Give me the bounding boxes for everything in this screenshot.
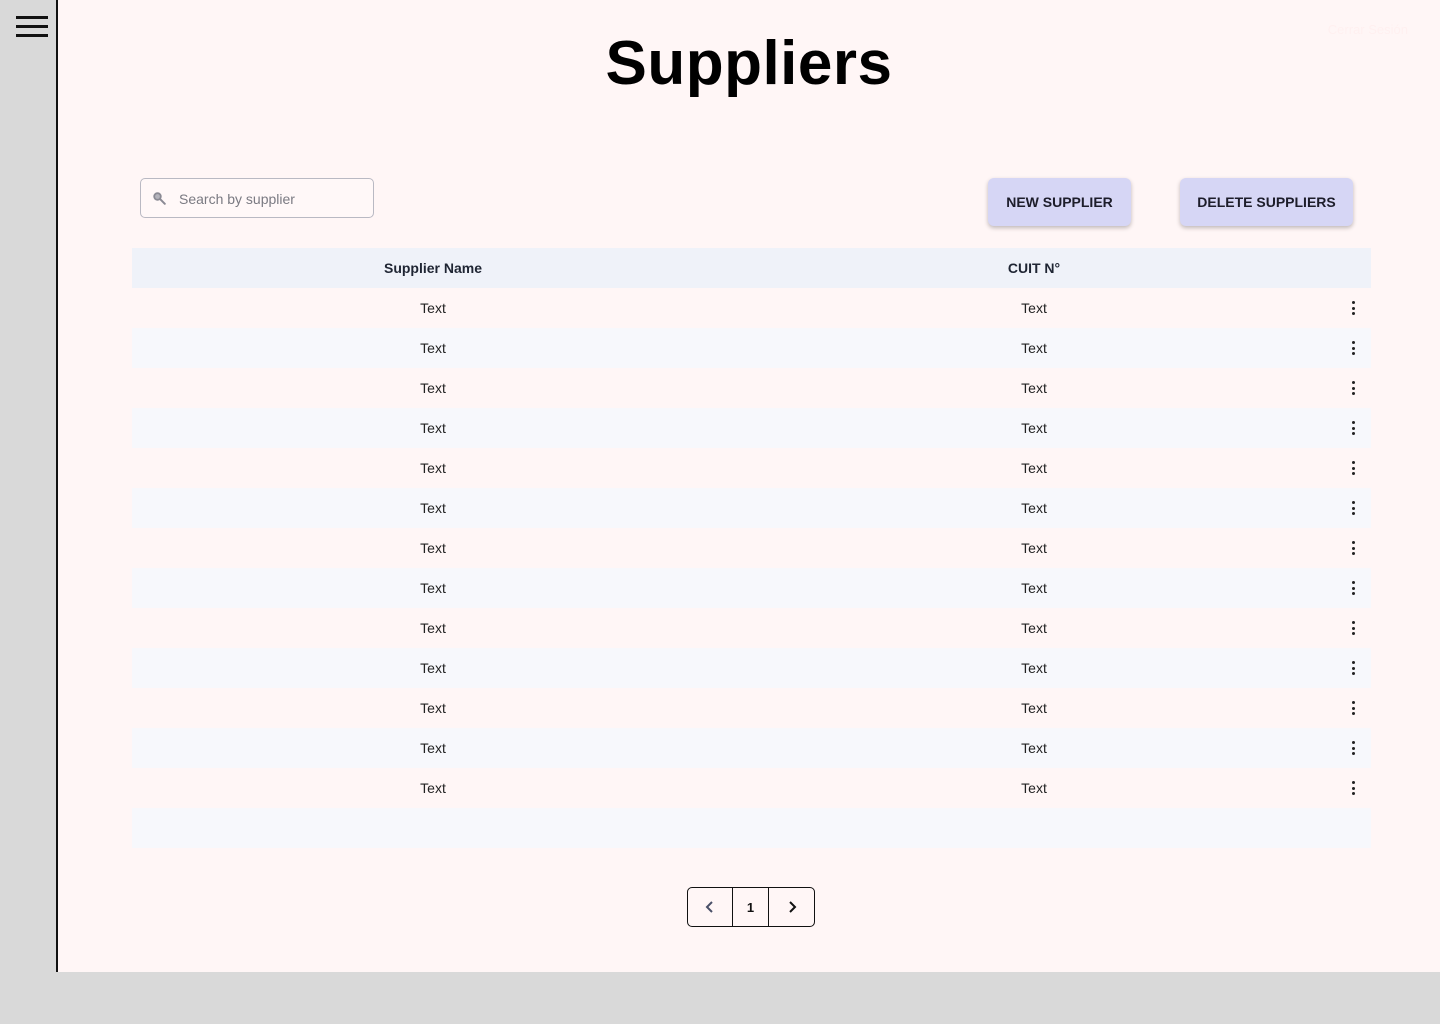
table-row[interactable]: Text Text (132, 728, 1371, 768)
supplier-name-cell: Text (420, 460, 446, 476)
pagination: 1 (687, 887, 815, 927)
supplier-name-cell: Text (420, 500, 446, 516)
supplier-name-cell: Text (420, 380, 446, 396)
cuit-cell: Text (1021, 500, 1047, 516)
page-number-button[interactable]: 1 (733, 888, 770, 926)
row-actions-menu-icon[interactable] (1342, 288, 1366, 328)
row-actions-menu-icon[interactable] (1342, 768, 1366, 808)
cuit-cell: Text (1021, 620, 1047, 636)
table-row[interactable]: Text Text (132, 568, 1371, 608)
table-row[interactable]: Text Text (132, 688, 1371, 728)
table-row[interactable]: Text Text (132, 608, 1371, 648)
search-icon (153, 192, 166, 205)
more-vertical-icon (1352, 301, 1356, 315)
hamburger-menu-icon[interactable] (16, 16, 48, 38)
cuit-cell: Text (1021, 660, 1047, 676)
table-row[interactable]: Text Text (132, 528, 1371, 568)
supplier-name-cell: Text (420, 300, 446, 316)
more-vertical-icon (1352, 421, 1356, 435)
supplier-name-cell: Text (420, 420, 446, 436)
cuit-cell: Text (1021, 340, 1047, 356)
column-header-cuit[interactable]: CUIT N° (734, 248, 1334, 288)
main-content: Cerrar Sesión Suppliers NEW SUPPLIER DEL… (58, 0, 1440, 972)
more-vertical-icon (1352, 621, 1356, 635)
table-row[interactable]: Text Text (132, 768, 1371, 808)
cuit-cell: Text (1021, 380, 1047, 396)
table-row[interactable]: Text Text (132, 288, 1371, 328)
more-vertical-icon (1352, 461, 1356, 475)
suppliers-table: Supplier Name CUIT N° Text Text Text Text Te… (132, 248, 1371, 848)
more-vertical-icon (1352, 701, 1356, 715)
cuit-cell: Text (1021, 420, 1047, 436)
table-row[interactable]: Text Text (132, 448, 1371, 488)
cuit-cell: Text (1021, 300, 1047, 316)
table-header: Supplier Name CUIT N° (132, 248, 1371, 288)
row-actions-menu-icon[interactable] (1342, 528, 1366, 568)
more-vertical-icon (1352, 381, 1356, 395)
row-actions-menu-icon[interactable] (1342, 368, 1366, 408)
table-row[interactable]: Text Text (132, 648, 1371, 688)
row-actions-menu-icon[interactable] (1342, 488, 1366, 528)
more-vertical-icon (1352, 581, 1356, 595)
cuit-cell: Text (1021, 700, 1047, 716)
more-vertical-icon (1352, 541, 1356, 555)
supplier-name-cell: Text (420, 580, 446, 596)
row-actions-menu-icon[interactable] (1342, 608, 1366, 648)
supplier-name-cell: Text (420, 780, 446, 796)
row-actions-menu-icon[interactable] (1342, 688, 1366, 728)
table-body: Text Text Text Text Text Text Text Text Text Text… (132, 288, 1371, 808)
table-row-empty (132, 808, 1371, 848)
table-row[interactable]: Text Text (132, 408, 1371, 448)
supplier-name-cell: Text (420, 660, 446, 676)
row-actions-menu-icon[interactable] (1342, 328, 1366, 368)
supplier-name-cell: Text (420, 620, 446, 636)
table-row[interactable]: Text Text (132, 488, 1371, 528)
row-actions-menu-icon[interactable] (1342, 648, 1366, 688)
row-actions-menu-icon[interactable] (1342, 408, 1366, 448)
chevron-left-icon (705, 901, 713, 913)
new-supplier-button[interactable]: NEW SUPPLIER (988, 178, 1131, 226)
previous-page-button[interactable] (688, 888, 733, 926)
supplier-name-cell: Text (420, 540, 446, 556)
row-actions-menu-icon[interactable] (1342, 728, 1366, 768)
column-header-supplier-name[interactable]: Supplier Name (132, 248, 734, 288)
cuit-cell: Text (1021, 460, 1047, 476)
more-vertical-icon (1352, 781, 1356, 795)
cuit-cell: Text (1021, 780, 1047, 796)
next-page-button[interactable] (769, 888, 814, 926)
cuit-cell: Text (1021, 540, 1047, 556)
more-vertical-icon (1352, 661, 1356, 675)
cuit-cell: Text (1021, 740, 1047, 756)
more-vertical-icon (1352, 501, 1356, 515)
more-vertical-icon (1352, 341, 1356, 355)
sidebar (0, 0, 58, 972)
page-title: Suppliers (605, 29, 893, 98)
supplier-name-cell: Text (420, 340, 446, 356)
cuit-cell: Text (1021, 580, 1047, 596)
delete-suppliers-button[interactable]: DELETE SUPPLIERS (1180, 178, 1353, 226)
row-actions-menu-icon[interactable] (1342, 448, 1366, 488)
chevron-right-icon (788, 901, 797, 913)
more-vertical-icon (1352, 741, 1356, 755)
supplier-name-cell: Text (420, 700, 446, 716)
supplier-name-cell: Text (420, 740, 446, 756)
search-box[interactable] (140, 178, 374, 218)
table-row[interactable]: Text Text (132, 328, 1371, 368)
search-input[interactable] (177, 187, 371, 211)
table-row[interactable]: Text Text (132, 368, 1371, 408)
row-actions-menu-icon[interactable] (1342, 568, 1366, 608)
